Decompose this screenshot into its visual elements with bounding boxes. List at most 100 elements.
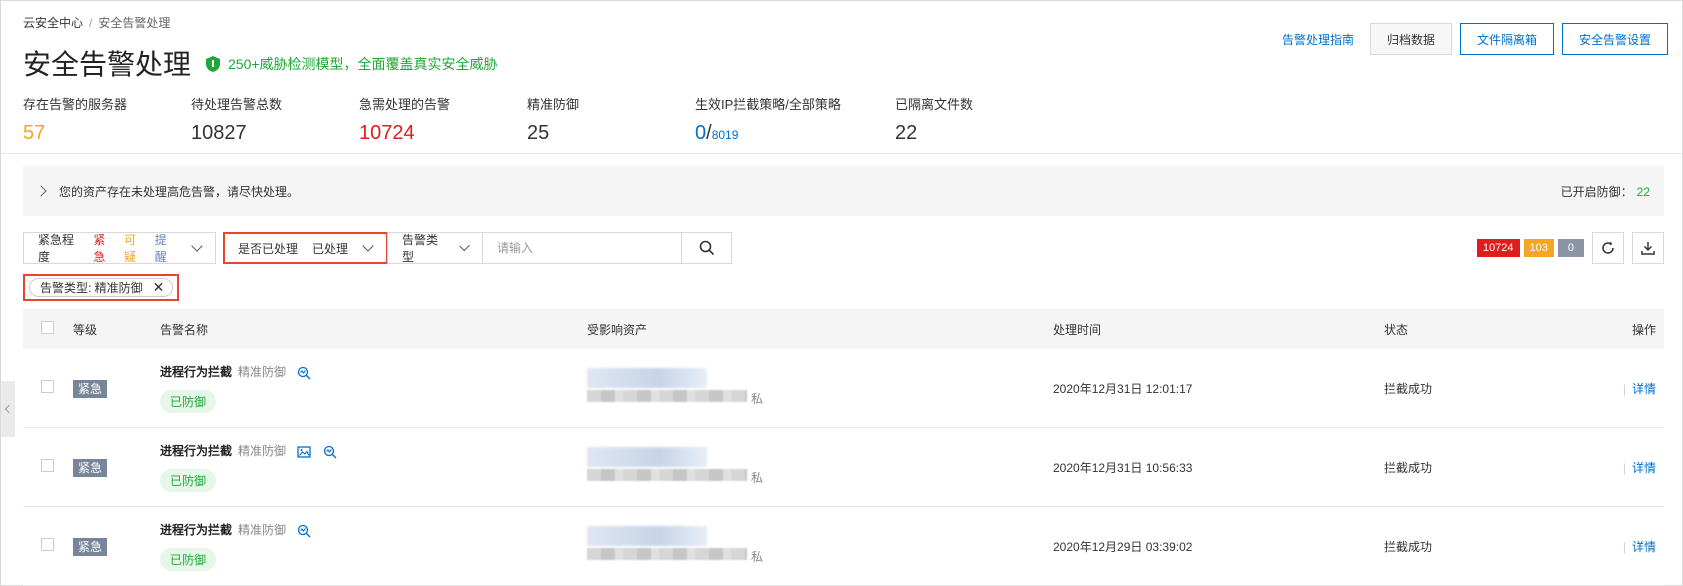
stat-pending: 待处理告警总数 10827 [191, 94, 359, 145]
stat-label: 已隔离文件数 [895, 97, 974, 112]
refresh-icon [1602, 241, 1614, 254]
row-checkbox[interactable] [41, 459, 54, 472]
table-row: 紧急 进程行为拦截 精准防御 已防御 私 2020年12月31日 10:56:33… [23, 428, 1664, 507]
alert-type-filter[interactable]: 告警类型 [387, 232, 483, 264]
download-icon [1641, 242, 1655, 255]
collapse-sidebar-handle[interactable] [1, 381, 15, 437]
alert-name-line: 进程行为拦截 精准防御 [160, 442, 587, 459]
row-checkbox[interactable] [41, 380, 54, 393]
table-row: 紧急 进程行为拦截 精准防御 已防御 私 2020年12月31日 12:01:17… [23, 349, 1664, 428]
asset-private-label: 私 [751, 392, 764, 406]
trace-search-icon[interactable] [297, 524, 311, 538]
stat-value[interactable]: 57 [23, 122, 191, 145]
defense-enabled-label: 已开启防御： [1560, 184, 1633, 199]
stat-value-active: 0 [695, 122, 707, 144]
level-badge: 紧急 [73, 458, 108, 477]
stat-value[interactable]: 10827 [191, 122, 359, 145]
handled-filter[interactable]: 是否已处理 已处理 [223, 232, 388, 264]
asset-redacted: 私 [587, 526, 767, 566]
trace-search-icon[interactable] [297, 366, 311, 380]
refresh-button[interactable] [1592, 232, 1624, 264]
count-suspicious-badge: 103 [1523, 239, 1554, 257]
alert-name[interactable]: 进程行为拦截 [160, 365, 232, 379]
defense-enabled-count: 22 [1636, 184, 1650, 199]
search-input[interactable] [482, 232, 682, 264]
severity-remind: 提醒 [154, 233, 167, 264]
header-op: 操作 [1631, 322, 1656, 337]
defense-enabled: 已开启防御： 22 [1561, 183, 1650, 200]
header-divider [1, 153, 1682, 154]
top-actions: 告警处理指南 归档数据 文件隔离箱 安全告警设置 [1282, 23, 1668, 55]
chevron-down-icon [191, 240, 203, 252]
row-checkbox-cell [23, 459, 73, 475]
stat-label: 生效IP拦截策略/全部策略 [695, 97, 841, 112]
page-frame: 云安全中心 / 安全告警处理 安全告警处理 250+威胁检测模型，全面覆盖真实安全威… [0, 0, 1683, 586]
shield-icon [206, 56, 220, 72]
search-button[interactable] [682, 232, 732, 264]
defended-tag: 已防御 [160, 548, 217, 571]
header-name: 告警名称 [160, 322, 209, 337]
header-status: 状态 [1384, 322, 1409, 337]
op-cell: | 详情 [1614, 380, 1664, 397]
level-cell: 紧急 [73, 458, 160, 477]
notice-text: 您的资产存在未处理高危告警，请尽快处理。 [59, 184, 300, 199]
stat-precise-defense: 精准防御 25 [527, 94, 695, 145]
count-remind-badge: 0 [1557, 239, 1584, 257]
alert-name[interactable]: 进程行为拦截 [160, 523, 232, 537]
row-checkbox[interactable] [41, 538, 54, 551]
stat-servers: 存在告警的服务器 57 [23, 94, 191, 145]
level-cell: 紧急 [73, 537, 160, 556]
asset-redacted: 私 [587, 368, 767, 408]
severity-suspicious: 可疑 [124, 233, 137, 264]
stat-value-total: 8019 [711, 128, 739, 142]
archive-button[interactable]: 归档数据 [1369, 23, 1452, 55]
stat-value[interactable]: 22 [895, 122, 1063, 145]
trace-search-icon[interactable] [323, 445, 337, 459]
alert-name-line: 进程行为拦截 精准防御 [160, 363, 587, 380]
filter-chip: 告警类型: 精准防御 ✕ [29, 278, 174, 297]
breadcrumb-root[interactable]: 云安全中心 [23, 16, 83, 30]
stat-ip-policy: 生效IP拦截策略/全部策略 0/8019 [695, 94, 895, 145]
select-all-checkbox[interactable] [41, 321, 54, 334]
detail-link[interactable]: 详情 [1632, 382, 1656, 396]
quarantine-button[interactable]: 文件隔离箱 [1459, 23, 1554, 55]
handled-filter-label: 是否已处理 [238, 241, 299, 256]
status-cell: 拦截成功 [1384, 460, 1433, 475]
chevron-right-icon [35, 185, 47, 197]
alert-type-filter-label: 告警类型 [402, 233, 439, 264]
alert-name-line: 进程行为拦截 精准防御 [160, 521, 587, 538]
alert-guide-link[interactable]: 告警处理指南 [1282, 31, 1354, 48]
op-cell: | 详情 [1614, 459, 1664, 476]
defended-tag: 已防御 [160, 469, 217, 492]
table-row: 紧急 进程行为拦截 精准防御 已防御 私 2020年12月29日 03:39:02… [23, 507, 1664, 586]
stat-value[interactable]: 0/8019 [695, 122, 895, 145]
filter-gap [215, 232, 223, 264]
alert-subtype: 精准防御 [238, 365, 287, 379]
chevron-left-icon [4, 404, 14, 414]
image-icon[interactable] [297, 445, 312, 459]
op-cell: | 详情 [1614, 538, 1664, 555]
asset-private-label: 私 [751, 471, 764, 485]
close-icon[interactable]: ✕ [153, 279, 165, 296]
alerts-table: 等级 告警名称 受影响资产 处理时间 状态 操作 紧急 进程行为拦截 精准防御 已… [23, 309, 1664, 586]
detail-link[interactable]: 详情 [1632, 540, 1656, 554]
download-button[interactable] [1632, 232, 1664, 264]
stat-value[interactable]: 25 [527, 122, 695, 145]
alert-subtype: 精准防御 [238, 523, 287, 537]
chevron-down-icon [458, 240, 470, 252]
notice-bar[interactable]: 您的资产存在未处理高危告警，请尽快处理。 已开启防御： 22 [23, 166, 1664, 216]
stat-label: 精准防御 [527, 97, 580, 112]
op-divider: | [1622, 381, 1626, 396]
name-cell: 进程行为拦截 精准防御 已防御 [160, 521, 587, 571]
status-cell: 拦截成功 [1384, 539, 1433, 554]
alert-name[interactable]: 进程行为拦截 [160, 444, 232, 458]
row-checkbox-cell [23, 538, 73, 554]
name-cell: 进程行为拦截 精准防御 已防御 [160, 363, 587, 413]
asset-redacted: 私 [587, 447, 767, 487]
detail-link[interactable]: 详情 [1632, 461, 1656, 475]
header-asset: 受影响资产 [587, 322, 648, 337]
severity-filter[interactable]: 紧急程度 紧急 可疑 提醒 [23, 232, 216, 264]
alert-settings-button[interactable]: 安全告警设置 [1561, 23, 1668, 55]
stat-value[interactable]: 10724 [359, 122, 527, 145]
op-divider: | [1622, 539, 1626, 554]
